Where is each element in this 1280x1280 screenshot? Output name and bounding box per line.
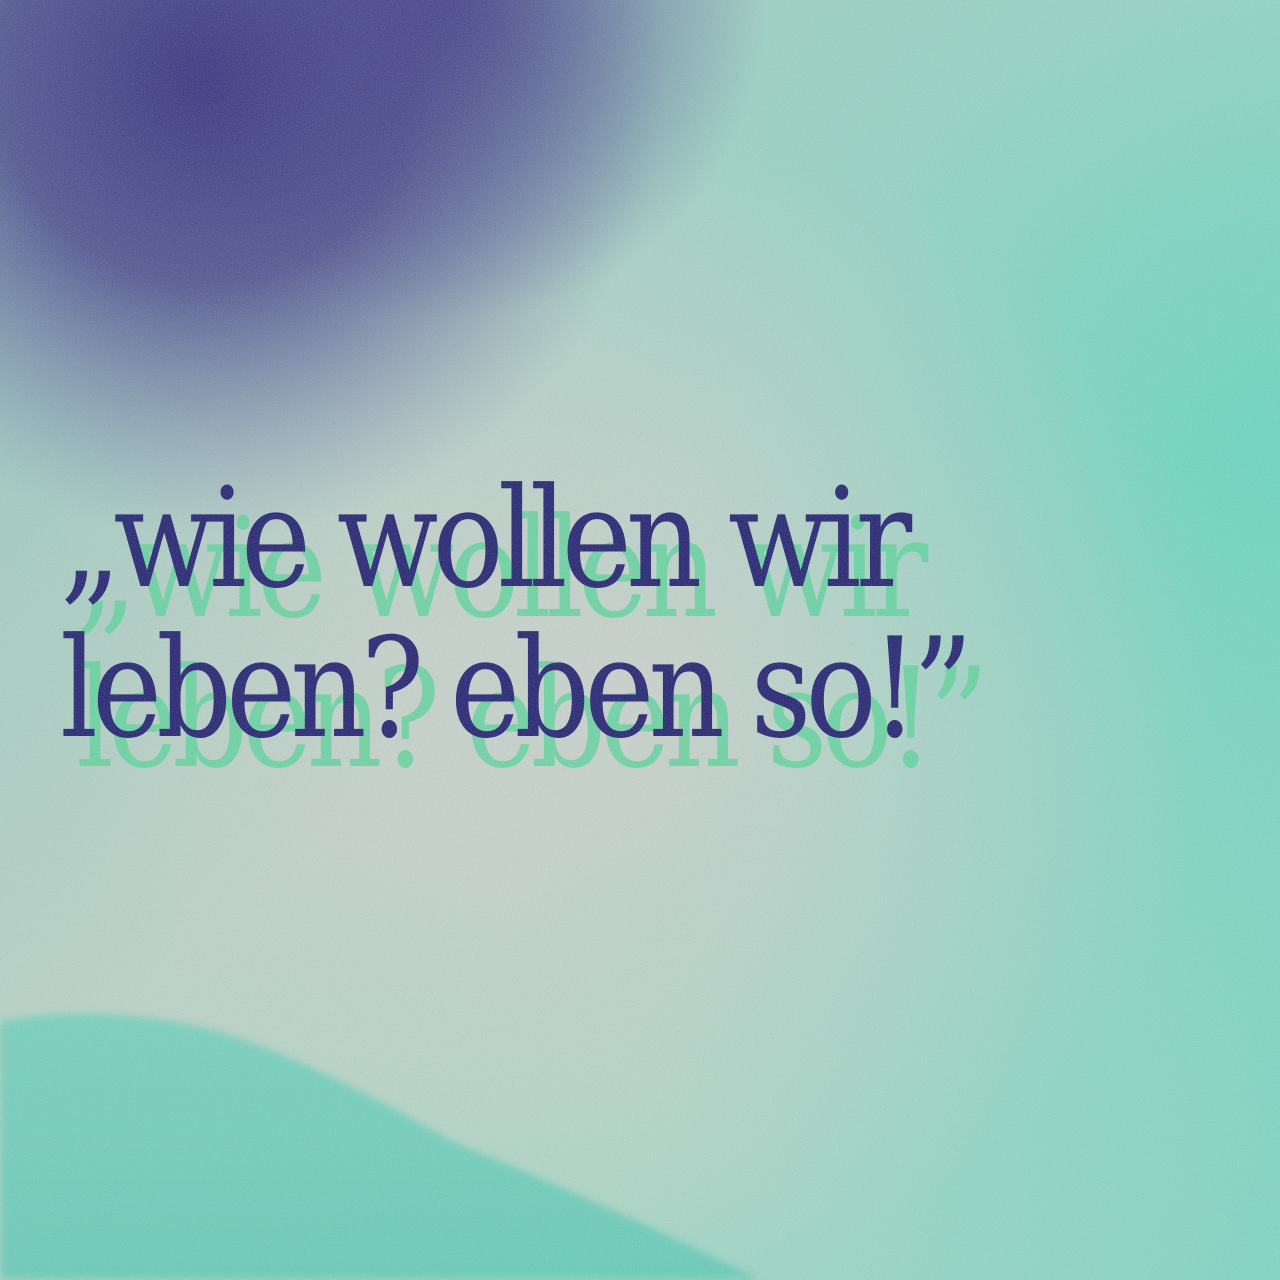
quote-text: „wie wollen wir leben? eben so!” „wie wo… <box>60 470 1240 810</box>
quote-main: „wie wollen wir leben? eben so!” <box>60 470 1240 810</box>
quote-line-2: leben? eben so!” <box>60 608 973 769</box>
quote-line-1: „wie wollen wir <box>60 458 912 619</box>
quote-card: „wie wollen wir leben? eben so!” „wie wo… <box>0 0 1280 1280</box>
